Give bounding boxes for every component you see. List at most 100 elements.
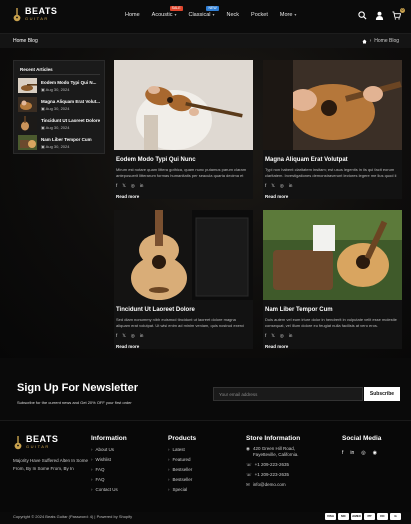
article-thumbnail <box>18 135 37 150</box>
recent-article-item[interactable]: Nam Liber Tempor Cum ▣ Aug 30, 2024 <box>18 135 104 151</box>
facebook-icon[interactable]: f <box>265 183 266 189</box>
footer-link[interactable]: › Special <box>168 487 196 492</box>
share-links: f 𝕏 ◎ in <box>265 333 292 339</box>
brand-name: BEATS <box>25 6 58 16</box>
linkedin-icon[interactable]: in <box>350 450 354 456</box>
breadcrumb-trail: › Home Blog <box>361 38 399 44</box>
user-icon[interactable] <box>375 11 384 20</box>
pinterest-icon[interactable]: ◎ <box>361 450 365 456</box>
x-icon[interactable]: 𝕏 <box>122 183 126 189</box>
footer-link[interactable]: › Contact Us <box>91 487 127 492</box>
post-image <box>263 60 402 150</box>
footer-social: Social Media f in ◎ ◉ <box>342 435 382 456</box>
read-more-link[interactable]: Read more <box>265 344 288 349</box>
linkedin-icon[interactable]: in <box>140 333 144 339</box>
calendar-icon: ▣ <box>41 106 45 111</box>
footer-information: Information › About Us › Wishlist › FAQ › FA… <box>91 435 127 492</box>
footer-link[interactable]: › Bestseller <box>168 477 196 482</box>
x-icon[interactable]: 𝕏 <box>122 333 126 339</box>
email-icon: ✉ <box>246 482 250 487</box>
chevron-down-icon: ▾ <box>212 12 215 17</box>
instagram-icon[interactable]: ◉ <box>373 450 377 456</box>
visa-icon: VISA <box>325 513 336 520</box>
page-title: Home Blog <box>13 38 38 44</box>
subscribe-button[interactable]: Subscribe <box>364 387 400 401</box>
copyright-bar: Copyright © 2024 Beats Guitar (Password:… <box>0 512 411 524</box>
linkedin-icon[interactable]: in <box>140 183 144 189</box>
pinterest-icon[interactable]: ◎ <box>280 183 284 189</box>
main-nav: Home Acoustic ▾ SALE Classical ▾ NEW Neck … <box>125 6 297 18</box>
nav-pocket[interactable]: Pocket <box>251 12 268 18</box>
sale-badge: SALE <box>169 6 183 11</box>
calendar-icon: ▣ <box>41 144 45 149</box>
post-title[interactable]: Tincidunt Ut Laoreet Dolore <box>116 307 195 313</box>
diners-icon: DC <box>377 513 388 520</box>
footer-link[interactable]: › Latest <box>168 447 196 452</box>
mastercard-icon: MC <box>338 513 349 520</box>
footer-link[interactable]: › FAQ <box>91 477 127 482</box>
footer-link[interactable]: › Bestseller <box>168 467 196 472</box>
footer-link[interactable]: › FAQ <box>91 467 127 472</box>
nav-neck[interactable]: Neck <box>227 12 240 18</box>
cart-count-badge: 0 <box>400 8 405 13</box>
x-icon[interactable]: 𝕏 <box>271 183 275 189</box>
post-title[interactable]: Eodem Modo Typi Qui Nunc <box>116 157 196 163</box>
email-field[interactable]: Your email address <box>213 387 363 401</box>
recent-article-item[interactable]: Eodem Modo Typi Qui N... ▣ Aug 30, 2024 <box>18 78 104 94</box>
footer-link[interactable]: › Wishlist <box>91 457 127 462</box>
read-more-link[interactable]: Read more <box>265 194 288 199</box>
amex-icon: AMEX <box>351 513 362 520</box>
post-excerpt: Duis autem vel eum iriure dolor in hendr… <box>265 317 397 328</box>
linkedin-icon[interactable]: in <box>289 333 293 339</box>
post-title[interactable]: Magna Aliquam Erat Volutpat <box>265 157 348 163</box>
blog-post-card[interactable]: Tincidunt Ut Laoreet Dolore Sed diam non… <box>114 210 253 349</box>
calendar-icon: ▣ <box>41 87 45 92</box>
gpay-icon: G <box>390 513 401 520</box>
nav-acoustic[interactable]: Acoustic ▾ SALE <box>152 6 183 18</box>
recent-articles-panel: Recent Articles Eodem Modo Typi Qui N...… <box>13 60 105 154</box>
search-icon[interactable] <box>358 11 367 20</box>
blog-post-card[interactable]: Nam Liber Tempor Cum Duis autem vel eum … <box>263 210 402 349</box>
newsletter-title: Sign Up For Newsletter <box>17 382 139 394</box>
location-icon: ◉ <box>246 446 250 451</box>
facebook-icon[interactable]: f <box>342 450 343 456</box>
newsletter-subtitle: Subscribe for the current news and Get 2… <box>17 400 132 405</box>
footer-logo[interactable]: BEATS GUITAR <box>13 435 58 450</box>
nav-home[interactable]: Home <box>125 12 140 18</box>
facebook-icon[interactable]: f <box>116 183 117 189</box>
nav-more[interactable]: More ▾ <box>280 12 297 18</box>
article-thumbnail <box>18 78 37 93</box>
blog-post-card[interactable]: Magna Aliquam Erat Volutpat Typi non hab… <box>263 60 402 199</box>
post-excerpt: Typi non habent claritatem insitam; est … <box>265 167 397 178</box>
guitar-logo-icon <box>13 8 21 22</box>
article-thumbnail <box>18 97 37 112</box>
pinterest-icon[interactable]: ◎ <box>131 333 135 339</box>
share-links: f 𝕏 ◎ in <box>116 183 143 189</box>
pinterest-icon[interactable]: ◎ <box>131 183 135 189</box>
x-icon[interactable]: 𝕏 <box>271 333 275 339</box>
post-title[interactable]: Nam Liber Tempor Cum <box>265 307 333 313</box>
header-icons <box>358 11 401 20</box>
post-excerpt: Mirum est notare quam littera gothica, q… <box>116 167 247 178</box>
brand-logo[interactable]: BEATS GUITAR <box>12 6 58 22</box>
facebook-icon[interactable]: f <box>116 333 117 339</box>
home-icon[interactable] <box>361 39 367 44</box>
footer-link[interactable]: › About Us <box>91 447 127 452</box>
breadcrumb-separator: › <box>369 38 372 44</box>
footer-link[interactable]: › Featured <box>168 457 196 462</box>
footer-store-info: Store Information ◉ 420 Green Hill Road, … <box>246 435 301 487</box>
breadcrumb-current: Home Blog <box>374 38 399 44</box>
read-more-link[interactable]: Read more <box>116 344 139 349</box>
footer-products: Products › Latest › Featured › Bestseller ›… <box>168 435 197 492</box>
brand-sub: GUITAR <box>25 16 49 21</box>
read-more-link[interactable]: Read more <box>116 194 139 199</box>
pinterest-icon[interactable]: ◎ <box>280 333 284 339</box>
cart-icon[interactable] <box>392 11 401 20</box>
nav-classical[interactable]: Classical ▾ NEW <box>188 6 219 18</box>
facebook-icon[interactable]: f <box>265 333 266 339</box>
recent-article-item[interactable]: Magna Aliquam Erat Volut... ▣ Aug 30, 20… <box>18 97 104 113</box>
linkedin-icon[interactable]: in <box>289 183 293 189</box>
recent-article-item[interactable]: Tincidunt Ut Laoreet Dolore ▣ Aug 30, 20… <box>18 116 104 132</box>
blog-post-card[interactable]: Eodem Modo Typi Qui Nunc Mirum est notar… <box>114 60 253 199</box>
site-footer: BEATS GUITAR Majority Have Suffered Alte… <box>0 420 411 512</box>
